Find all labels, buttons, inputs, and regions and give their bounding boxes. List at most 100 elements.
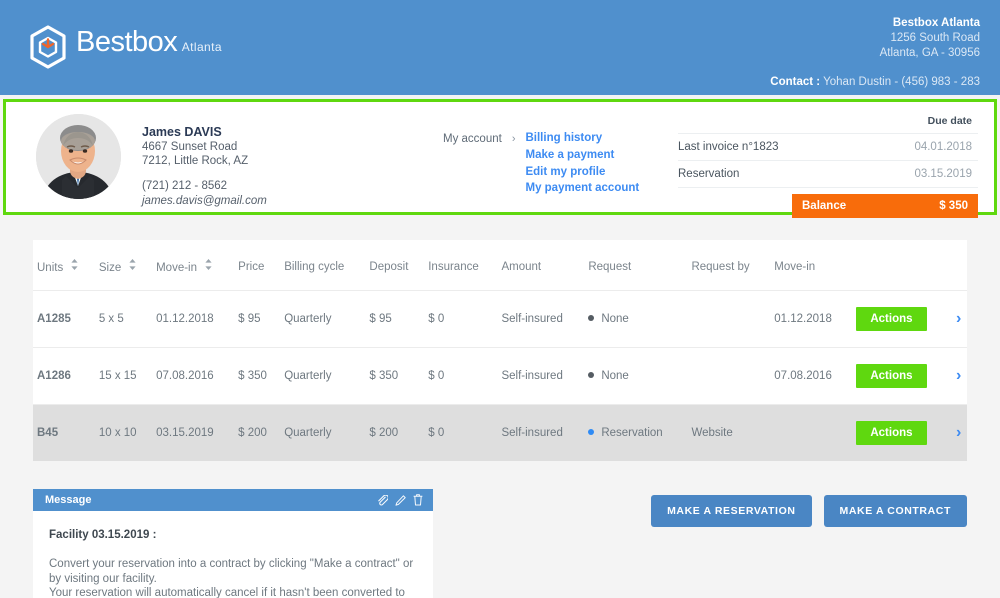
- cell-amount: Self-insured: [497, 348, 584, 405]
- customer-panel: James DAVIS 4667 Sunset Road 7212, Littl…: [3, 99, 997, 215]
- request-status-label: None: [601, 313, 629, 325]
- cell-request-by: [687, 291, 770, 348]
- facility-address-1: 1256 South Road: [770, 31, 980, 46]
- due-reservation-label: Reservation: [678, 168, 739, 180]
- sort-icon[interactable]: [71, 259, 78, 270]
- units-table-head: Units Size Move-in Price Billing cycle D…: [33, 240, 967, 291]
- cell-request: Reservation: [584, 405, 687, 462]
- units-table-card: Units Size Move-in Price Billing cycle D…: [33, 240, 967, 461]
- chevron-right-icon: ›: [512, 133, 516, 200]
- col-actions: [852, 240, 950, 291]
- col-billing-cycle: Billing cycle: [280, 240, 365, 291]
- link-billing-history[interactable]: Billing history: [525, 133, 639, 145]
- chevron-right-icon[interactable]: ›: [956, 310, 961, 327]
- cell-amount: Self-insured: [497, 291, 584, 348]
- facility-info: Bestbox Atlanta 1256 South Road Atlanta,…: [770, 16, 980, 90]
- chevron-right-icon[interactable]: ›: [956, 424, 961, 441]
- cell-expand: ›: [950, 348, 967, 405]
- due-date-table: Due date Last invoice n°1823 04.01.2018 …: [678, 112, 978, 218]
- edit-icon[interactable]: [395, 495, 406, 506]
- request-status-label: None: [601, 370, 629, 382]
- cell-request: None: [584, 348, 687, 405]
- cell-insurance: $ 0: [424, 291, 497, 348]
- cell-price: $ 350: [234, 348, 280, 405]
- cell-size: 10 x 10: [95, 405, 152, 462]
- customer-address-2: 7212, Little Rock, AZ: [142, 154, 267, 168]
- make-a-reservation-button[interactable]: MAKE A RESERVATION: [651, 495, 811, 527]
- link-make-a-payment[interactable]: Make a payment: [525, 150, 639, 162]
- due-row-invoice: Last invoice n°1823 04.01.2018: [678, 134, 978, 161]
- cell-price: $ 200: [234, 405, 280, 462]
- avatar: [36, 114, 121, 199]
- message-title: Message: [45, 494, 91, 506]
- cell-billing-cycle: Quarterly: [280, 348, 365, 405]
- table-row[interactable]: A128615 x 1507.08.2016$ 350Quarterly$ 35…: [33, 348, 967, 405]
- link-my-payment-account[interactable]: My payment account: [525, 183, 639, 195]
- cell-size: 15 x 15: [95, 348, 152, 405]
- due-date-header: Due date: [678, 112, 978, 134]
- link-edit-my-profile[interactable]: Edit my profile: [525, 167, 639, 179]
- message-text-line-3: Your reservation will automatically canc…: [49, 586, 417, 598]
- my-account-nav: My account › Billing history Make a paym…: [443, 133, 639, 200]
- contact-value: Yohan Dustin - (456) 983 - 283: [823, 76, 980, 88]
- cell-request: None: [584, 291, 687, 348]
- col-price: Price: [234, 240, 280, 291]
- table-row[interactable]: A12855 x 501.12.2018$ 95Quarterly$ 95$ 0…: [33, 291, 967, 348]
- due-reservation-date: 03.15.2019: [914, 168, 972, 180]
- contact-label: Contact :: [770, 76, 820, 88]
- actions-button[interactable]: Actions: [856, 307, 926, 331]
- message-header-icons: [377, 494, 423, 506]
- balance-badge: Balance $ 350: [792, 194, 978, 218]
- cell-size: 5 x 5: [95, 291, 152, 348]
- cell-request-by: [687, 348, 770, 405]
- col-insurance: Insurance: [424, 240, 497, 291]
- col-move-in[interactable]: Move-in: [152, 240, 234, 291]
- cell-actions: Actions: [852, 348, 950, 405]
- col-move-in-label: Move-in: [156, 262, 197, 274]
- col-size[interactable]: Size: [95, 240, 152, 291]
- brand-name: Bestbox: [76, 26, 177, 58]
- table-row[interactable]: B4510 x 1003.15.2019$ 200Quarterly$ 200$…: [33, 405, 967, 462]
- table-header-row: Units Size Move-in Price Billing cycle D…: [33, 240, 967, 291]
- col-request-by: Request by: [687, 240, 770, 291]
- due-invoice-label: Last invoice n°1823: [678, 141, 779, 153]
- trash-icon[interactable]: [413, 494, 423, 506]
- actions-button[interactable]: Actions: [856, 421, 926, 445]
- facility-contact: Contact : Yohan Dustin - (456) 983 - 283: [770, 75, 980, 90]
- actions-button[interactable]: Actions: [856, 364, 926, 388]
- attach-icon[interactable]: [377, 495, 388, 506]
- chevron-right-icon[interactable]: ›: [956, 367, 961, 384]
- facility-name: Bestbox Atlanta: [770, 16, 980, 31]
- brand-logo[interactable]: Bestbox Atlanta: [28, 25, 222, 69]
- cell-unit: B45: [33, 405, 95, 462]
- col-request: Request: [584, 240, 687, 291]
- message-facility-title: Facility 03.15.2019 :: [49, 529, 417, 541]
- cell-price: $ 95: [234, 291, 280, 348]
- sort-icon[interactable]: [205, 259, 212, 270]
- col-amount: Amount: [497, 240, 584, 291]
- col-units[interactable]: Units: [33, 240, 95, 291]
- cell-insurance: $ 0: [424, 405, 497, 462]
- units-table: Units Size Move-in Price Billing cycle D…: [33, 240, 967, 461]
- customer-name: James DAVIS: [142, 124, 267, 140]
- cell-move-in: 01.12.2018: [152, 291, 234, 348]
- customer-info: James DAVIS 4667 Sunset Road 7212, Littl…: [142, 124, 267, 209]
- cell-actions: Actions: [852, 405, 950, 462]
- page-header: Bestbox Atlanta Bestbox Atlanta 1256 Sou…: [0, 0, 1000, 95]
- balance-label: Balance: [802, 200, 846, 212]
- cell-deposit: $ 200: [365, 405, 424, 462]
- cell-deposit: $ 95: [365, 291, 424, 348]
- cell-actions: Actions: [852, 291, 950, 348]
- col-expand: [950, 240, 967, 291]
- cell-move-in-2: [770, 405, 852, 462]
- cell-move-in: 03.15.2019: [152, 405, 234, 462]
- cell-move-in-2: 07.08.2016: [770, 348, 852, 405]
- cell-move-in-2: 01.12.2018: [770, 291, 852, 348]
- message-text: Convert your reservation into a contract…: [49, 557, 417, 598]
- col-move-in-2: Move-in: [770, 240, 852, 291]
- my-account-label: My account: [443, 133, 502, 200]
- col-deposit: Deposit: [365, 240, 424, 291]
- sort-icon[interactable]: [129, 259, 136, 270]
- make-a-contract-button[interactable]: MAKE A CONTRACT: [824, 495, 967, 527]
- status-dot-icon: [588, 315, 594, 321]
